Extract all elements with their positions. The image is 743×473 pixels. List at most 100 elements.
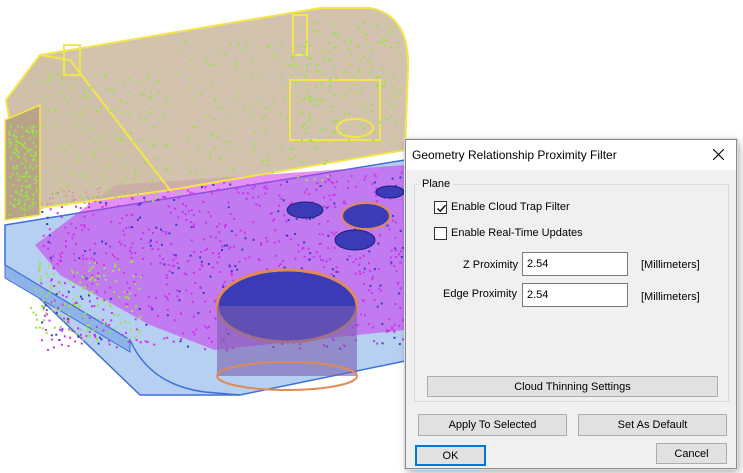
- cloud-thinning-settings-button[interactable]: Cloud Thinning Settings: [427, 376, 718, 397]
- cloud-point: [390, 261, 393, 264]
- cloud-point: [98, 275, 101, 278]
- cloud-point: [190, 221, 192, 224]
- cloud-point: [68, 313, 71, 316]
- cloud-point: [304, 131, 307, 134]
- cloud-point: [38, 265, 41, 268]
- cloud-point: [322, 49, 324, 52]
- cloud-point: [226, 244, 229, 247]
- cloud-point: [332, 131, 335, 134]
- cloud-point: [12, 184, 15, 187]
- cloud-point: [113, 290, 116, 293]
- cloud-point: [67, 102, 70, 105]
- cloud-point: [97, 195, 100, 198]
- cloud-point: [229, 246, 232, 249]
- cloud-point: [348, 255, 351, 258]
- cloud-point: [59, 328, 61, 331]
- cloud-point: [289, 148, 292, 151]
- cloud-point: [368, 72, 371, 75]
- cancel-button[interactable]: Cancel: [656, 443, 727, 464]
- cloud-point: [253, 185, 256, 188]
- cloud-point: [246, 183, 249, 186]
- cloud-point: [398, 133, 401, 136]
- cloud-point: [286, 117, 288, 120]
- cloud-point: [103, 264, 105, 266]
- cloud-point: [42, 245, 45, 247]
- cloud-point: [60, 343, 63, 346]
- enable-cloud-trap-filter[interactable]: Enable Cloud Trap Filter: [434, 199, 570, 215]
- cloud-point: [105, 252, 108, 255]
- cloud-point: [124, 177, 127, 180]
- set-as-default-button[interactable]: Set As Default: [578, 414, 727, 436]
- cloud-point: [209, 215, 212, 218]
- cloud-point: [43, 314, 46, 317]
- close-button[interactable]: [706, 142, 732, 168]
- z-proximity-input[interactable]: [522, 252, 628, 276]
- edge-proximity-input[interactable]: [522, 283, 628, 307]
- cloud-point: [101, 319, 104, 322]
- cloud-point: [375, 76, 378, 79]
- cloud-point: [268, 108, 271, 111]
- cloud-point: [309, 252, 312, 255]
- cloud-point: [8, 145, 11, 148]
- cloud-point: [294, 257, 297, 260]
- cloud-point: [257, 195, 260, 198]
- cloud-point: [333, 23, 336, 26]
- cloud-point: [113, 256, 116, 259]
- cloud-point: [128, 226, 131, 229]
- cloud-point: [189, 171, 192, 174]
- cloud-point: [165, 274, 168, 277]
- cloud-point: [86, 175, 88, 178]
- cloud-point: [103, 274, 106, 277]
- cloud-point: [212, 252, 215, 255]
- cloud-point: [82, 287, 84, 290]
- cloud-point: [222, 105, 225, 108]
- cloud-point: [207, 337, 210, 340]
- cloud-point: [66, 185, 69, 188]
- cloud-point: [178, 196, 181, 199]
- cloud-point: [62, 81, 65, 84]
- cloud-point: [119, 99, 122, 102]
- cloud-point: [15, 192, 18, 195]
- cloud-trap-checkbox[interactable]: [434, 200, 447, 214]
- cloud-point: [47, 247, 49, 250]
- cloud-point: [29, 153, 32, 156]
- cloud-point: [379, 121, 382, 124]
- cloud-point: [31, 159, 34, 162]
- cloud-point: [55, 311, 58, 314]
- cloud-point: [327, 205, 330, 208]
- cloud-point: [157, 198, 160, 201]
- cloud-point: [395, 26, 398, 29]
- cloud-point: [187, 260, 190, 263]
- cloud-point: [143, 187, 146, 190]
- cloud-point: [218, 256, 221, 259]
- cloud-point: [278, 194, 281, 197]
- dialog-titlebar[interactable]: Geometry Relationship Proximity Filter: [406, 140, 736, 170]
- apply-to-selected-button[interactable]: Apply To Selected: [418, 414, 567, 436]
- cloud-point: [396, 282, 399, 285]
- cloud-point: [335, 77, 338, 80]
- cloud-point: [67, 345, 70, 348]
- cloud-point: [266, 165, 269, 167]
- cloud-point: [333, 68, 336, 71]
- cloud-point: [329, 84, 332, 87]
- cloud-point: [64, 282, 66, 285]
- cloud-point: [125, 303, 127, 306]
- cloud-point: [307, 57, 310, 60]
- cloud-point: [25, 171, 28, 174]
- cloud-point: [253, 141, 256, 144]
- cloud-point: [241, 248, 244, 251]
- cloud-point: [32, 155, 35, 158]
- cloud-point: [384, 44, 387, 47]
- cloud-point: [61, 76, 64, 79]
- cloud-point: [381, 323, 384, 326]
- cloud-point: [46, 113, 49, 116]
- enable-realtime-updates[interactable]: Enable Real-Time Updates: [434, 225, 583, 241]
- ok-button[interactable]: OK: [415, 445, 486, 466]
- cloud-point: [206, 247, 208, 250]
- cloud-point: [117, 205, 120, 207]
- cloud-point: [59, 147, 62, 150]
- cloud-point: [27, 185, 30, 188]
- close-icon: [713, 149, 724, 160]
- realtime-updates-checkbox[interactable]: [434, 226, 447, 240]
- cloud-point: [124, 296, 127, 299]
